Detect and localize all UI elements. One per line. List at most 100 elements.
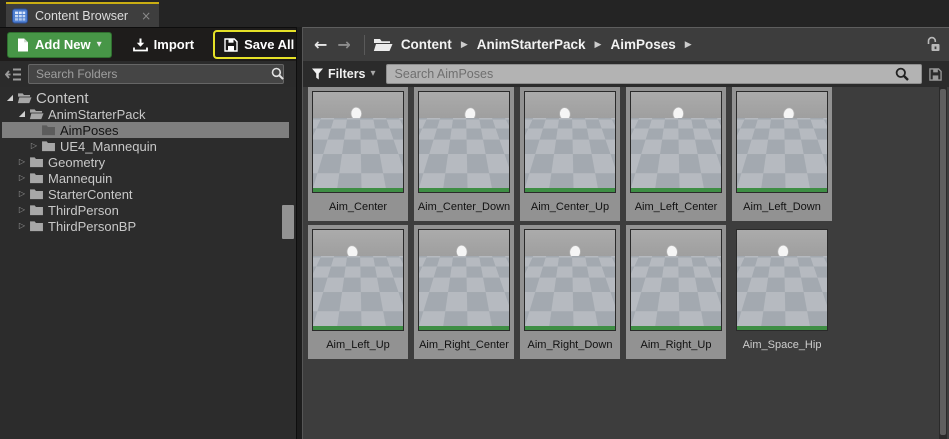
tree-collapsed-arrow-icon[interactable]: ▷ [28,142,40,150]
asset-tile[interactable]: Aim_Right_Up [626,225,726,359]
breadcrumb-item[interactable]: Content [401,37,452,52]
tree-item-ue4_mannequin[interactable]: ▷ UE4_Mannequin [2,138,289,154]
tree-item-thirdperson[interactable]: ▷ ThirdPerson [2,202,289,218]
asset-thumbnail[interactable] [736,91,828,193]
history-back-button[interactable]: ← [309,36,332,53]
asset-name-label: Aim_Space_Hip [742,339,822,351]
tree-item-mannequin[interactable]: ▷ Mannequin [2,170,289,186]
sources-panel-toggle-icon[interactable] [5,68,22,81]
asset-thumbnail[interactable] [418,229,510,331]
save-search-icon[interactable] [928,67,942,81]
tree-expanded-arrow-icon[interactable]: ◢ [16,110,28,118]
asset-tile[interactable]: Aim_Right_Down [520,225,620,359]
add-new-button[interactable]: Add New ▾ [7,31,112,58]
asset-name-label: Aim_Center [328,201,388,213]
tree-item-label: AimPoses [60,122,119,138]
mannequin-figure [328,104,388,189]
tree-scrollbar-thumb[interactable] [282,205,294,239]
tree-item-content[interactable]: ◢ Content [2,90,289,107]
folder-open-icon [17,92,32,104]
asset-tile[interactable]: Aim_Right_Center [414,225,514,359]
asset-name-label: Aim_Left_Center [634,201,718,213]
asset-thumbnail[interactable] [630,229,722,331]
tree-collapsed-arrow-icon[interactable]: ▷ [16,158,28,166]
tree-collapsed-arrow-icon[interactable]: ▷ [16,222,28,230]
tree-item-thirdpersonbp[interactable]: ▷ ThirdPersonBP [2,218,289,234]
asset-grid: Aim_Center Aim_Center_Down Aim_Center_Up Ai… [308,87,938,363]
asset-search-icon [895,67,909,81]
chevron-down-icon: ▾ [96,38,102,50]
breadcrumb-item[interactable]: AimPoses [610,37,675,52]
breadcrumb-separator-icon[interactable]: ▶ [685,40,692,50]
asset-thumbnail[interactable] [630,91,722,193]
import-button[interactable]: Import [124,32,203,58]
tree-collapsed-arrow-icon[interactable]: ▷ [16,190,28,198]
asset-thumbnail[interactable] [418,91,510,193]
asset-tile[interactable]: Aim_Left_Up [308,225,408,359]
content-browser-window: Content Browser × Add New ▾ Import Save … [0,0,949,439]
tree-item-aimposes[interactable]: AimPoses [2,122,289,138]
breadcrumb-separator-icon[interactable]: ▶ [461,40,468,50]
asset-name-label: Aim_Right_Center [419,339,509,351]
add-new-label: Add New [35,37,91,52]
folder-tree: ◢ Content ◢ AnimStarterPack AimPoses ▷ UE4_Man… [0,90,296,234]
mannequin-figure [433,241,495,327]
panel-splitter[interactable] [296,27,303,439]
funnel-icon [312,68,323,80]
asset-panel: Aim_Center Aim_Center_Down Aim_Center_Up Ai… [303,87,949,439]
asset-tile[interactable]: Aim_Center [308,87,408,221]
tree-item-startercontent[interactable]: ▷ StarterContent [2,186,289,202]
breadcrumb-item[interactable]: AnimStarterPack [477,37,586,52]
asset-thumbnail[interactable] [524,229,616,331]
folder-closed-icon [41,140,56,152]
animation-type-strip [419,326,509,330]
animation-type-strip [525,188,615,192]
asset-tile[interactable]: Aim_Center_Up [520,87,620,221]
animation-type-strip [737,326,827,330]
folder-closed-icon [29,172,44,184]
folder-closed-icon [41,124,56,136]
folder-closed-icon [29,188,44,200]
filters-button[interactable]: Filters ▾ [312,67,376,81]
asset-thumbnail[interactable] [312,229,404,331]
search-assets-input[interactable] [385,64,922,84]
asset-scrollbar[interactable] [939,87,947,439]
asset-tile[interactable]: Aim_Center_Down [414,87,514,221]
import-label: Import [153,37,195,52]
save-all-button[interactable]: Save All [213,30,306,59]
tab-close-icon[interactable]: × [141,9,151,23]
tree-item-animstarterpack[interactable]: ◢ AnimStarterPack [2,106,289,122]
asset-thumbnail[interactable] [524,91,616,193]
asset-tile[interactable]: Aim_Left_Center [626,87,726,221]
asset-name-label: Aim_Left_Down [743,201,821,213]
folder-open-icon [29,108,44,120]
folder-search-row [0,61,296,87]
asset-tile[interactable]: Aim_Space_Hip [732,225,832,359]
asset-thumbnail[interactable] [736,229,828,331]
mannequin-figure [645,103,707,189]
tree-item-label: AnimStarterPack [48,106,146,122]
breadcrumb-bar: ← → Content ▶ AnimStarterPack ▶ AimPoses ▶ [303,27,949,61]
filters-label: Filters [328,67,366,81]
history-forward-button[interactable]: → [332,36,355,53]
folder-open-icon [373,37,393,52]
asset-name-label: Aim_Left_Up [326,339,390,351]
asset-scrollbar-thumb[interactable] [940,89,946,435]
animation-type-strip [313,188,403,192]
tree-expanded-arrow-icon[interactable]: ◢ [4,94,16,102]
breadcrumb-separator-icon[interactable]: ▶ [595,40,602,50]
tree-collapsed-arrow-icon[interactable]: ▷ [16,206,28,214]
import-icon [132,38,148,52]
animation-type-strip [631,188,721,192]
tree-item-geometry[interactable]: ▷ Geometry [2,154,289,170]
asset-name-label: Aim_Center_Up [530,201,610,213]
lock-open-icon[interactable] [926,36,941,53]
tree-item-label: Mannequin [48,170,113,186]
tab-content-browser[interactable]: Content Browser × [6,2,160,27]
asset-tile[interactable]: Aim_Left_Down [732,87,832,221]
tree-collapsed-arrow-icon[interactable]: ▷ [16,174,28,182]
tree-item-label: UE4_Mannequin [60,138,157,154]
search-folders-input[interactable] [28,64,284,84]
asset-thumbnail[interactable] [312,91,404,193]
tree-item-label: ThirdPersonBP [48,218,137,234]
